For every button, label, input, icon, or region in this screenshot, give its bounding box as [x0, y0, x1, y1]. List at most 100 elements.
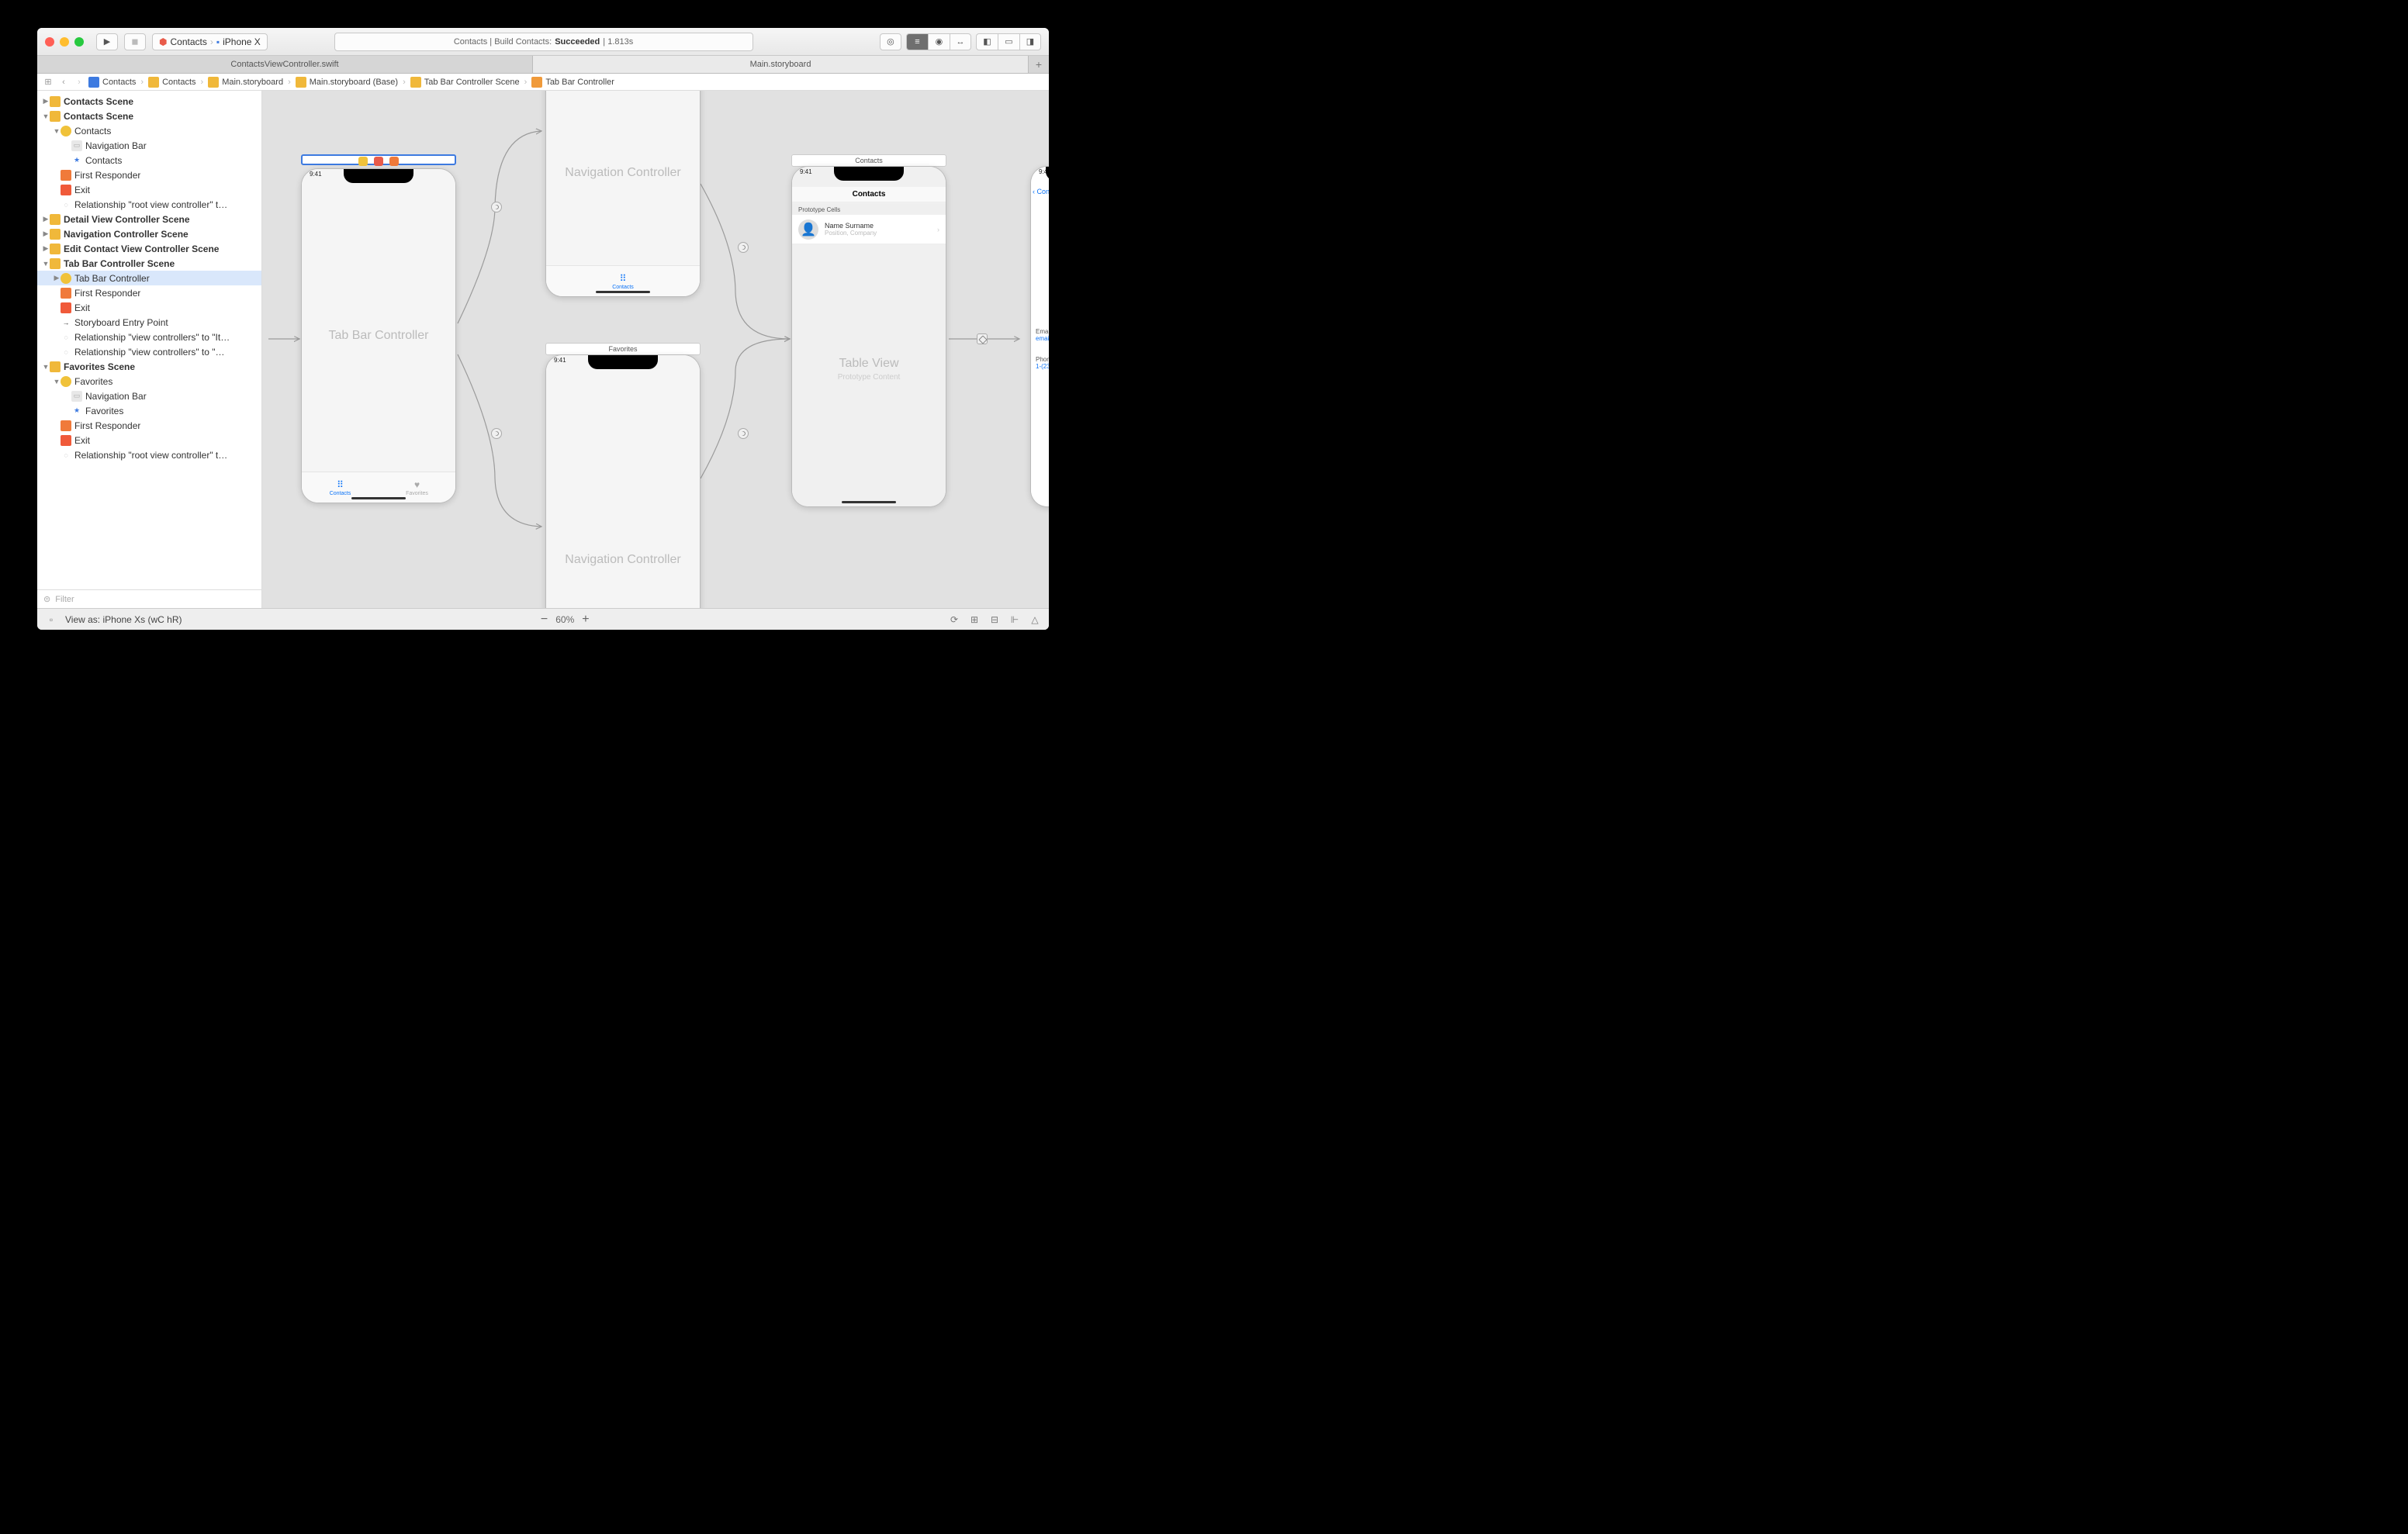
outline-row[interactable]: ▭Navigation Bar [37, 389, 261, 403]
outline-label: First Responder [74, 170, 140, 181]
xcode-window: ▶ ◼ ⬢ Contacts › ▪ iPhone X Contacts | B… [37, 28, 1049, 630]
jump-bar[interactable]: ⊞ ‹ › Contacts› Contacts› Main.storyboar… [37, 74, 1049, 91]
outline-row[interactable]: →Storyboard Entry Point [37, 315, 261, 330]
toggle-outline-button[interactable]: ▫ [45, 614, 57, 625]
run-button[interactable]: ▶ [96, 33, 118, 50]
rel-icon: ◌ [61, 199, 71, 210]
close-icon[interactable] [45, 37, 54, 47]
outline-row[interactable]: ▶Detail View Controller Scene [37, 212, 261, 226]
outline-row[interactable]: ▭Navigation Bar [37, 138, 261, 153]
related-items-icon[interactable]: ⊞ [42, 77, 54, 87]
outline-label: Exit [74, 435, 90, 446]
forward-button[interactable]: › [73, 78, 85, 87]
tab-contacts-vc-swift[interactable]: ContactsViewController.swift [37, 56, 533, 73]
outline-filter[interactable]: ⊜ Filter [37, 589, 261, 608]
outline-row[interactable]: ◌Relationship "view controllers" to "… [37, 344, 261, 359]
outline-tree[interactable]: ▶Contacts Scene▼Contacts Scene▼Contacts▭… [37, 91, 261, 589]
disclosure-arrow-icon[interactable]: ▶ [53, 274, 61, 282]
assistant-editor-button[interactable]: ◉ [928, 33, 950, 50]
disclosure-arrow-icon[interactable]: ▶ [42, 97, 50, 105]
jump-item-1[interactable]: Contacts [162, 78, 195, 87]
back-button[interactable]: ‹ [57, 78, 70, 87]
outline-row[interactable]: ★Contacts [37, 153, 261, 168]
jump-item-0[interactable]: Contacts [102, 78, 136, 87]
detail-viewcontroller-scene[interactable]: 9:41 ‹ Contacts Email email Phone 1-(234 [1030, 166, 1049, 507]
scheme-selector[interactable]: ⬢ Contacts › ▪ iPhone X [152, 33, 268, 50]
zoom-out-button[interactable]: − [541, 613, 548, 627]
toggle-inspector-button[interactable]: ◨ [1019, 33, 1041, 50]
disclosure-arrow-icon[interactable]: ▶ [42, 230, 50, 238]
outline-label: Navigation Controller Scene [64, 229, 189, 240]
jump-item-5[interactable]: Tab Bar Controller [545, 78, 614, 87]
disclosure-arrow-icon[interactable]: ▼ [42, 260, 50, 268]
version-editor-button[interactable]: ↔ [950, 33, 971, 50]
minimize-icon[interactable] [60, 37, 69, 47]
outline-label: Navigation Bar [85, 140, 147, 151]
outline-row[interactable]: ▼Tab Bar Controller Scene [37, 256, 261, 271]
outline-row[interactable]: ◌Relationship "view controllers" to "It… [37, 330, 261, 344]
stop-button[interactable]: ◼ [124, 33, 146, 50]
scene-icon [50, 214, 61, 225]
zoom-in-button[interactable]: + [582, 613, 589, 627]
favorites-scene-label[interactable]: Favorites [545, 343, 701, 355]
embed-in-button[interactable]: ⊞ [968, 614, 981, 625]
email-header: Email [1036, 328, 1049, 335]
navigation-controller-contacts[interactable]: Navigation Controller ⠿Contacts [545, 91, 701, 297]
library-button[interactable]: ◎ [880, 33, 901, 50]
disclosure-arrow-icon[interactable]: ▶ [42, 215, 50, 223]
outline-row[interactable]: ▶Edit Contact View Controller Scene [37, 241, 261, 256]
zoom-icon[interactable] [74, 37, 84, 47]
segue-badge-icon[interactable] [977, 333, 988, 344]
pin-button[interactable]: ⊩ [1009, 614, 1021, 625]
avatar-icon: 👤 [798, 219, 818, 240]
segue-badge-icon[interactable] [491, 202, 502, 212]
jump-item-4[interactable]: Tab Bar Controller Scene [424, 78, 520, 87]
outline-row[interactable]: Exit [37, 433, 261, 447]
outline-row[interactable]: ◌Relationship "root view controller" t… [37, 197, 261, 212]
outline-row[interactable]: ▶ Navigation Controller Scene [37, 226, 261, 241]
outline-row[interactable]: ◌Relationship "root view controller" t… [37, 447, 261, 462]
disclosure-arrow-icon[interactable]: ▼ [42, 363, 50, 371]
notch-icon [834, 167, 904, 181]
prototype-cell[interactable]: 👤 Name Surname Position, Company › [792, 215, 946, 244]
toggle-debug-button[interactable]: ▭ [998, 33, 1019, 50]
tab-main-storyboard[interactable]: Main.storyboard [533, 56, 1029, 73]
toggle-navigator-button[interactable]: ◧ [976, 33, 998, 50]
jump-item-2[interactable]: Main.storyboard [222, 78, 283, 87]
outline-label: First Responder [74, 420, 140, 431]
jump-item-3[interactable]: Main.storyboard (Base) [310, 78, 398, 87]
outline-row[interactable]: First Responder [37, 418, 261, 433]
segue-badge-icon[interactable] [738, 428, 749, 439]
segue-badge-icon[interactable] [491, 428, 502, 439]
storyboard-canvas[interactable]: 9:41 Tab Bar Controller ⠿Contacts ♥Favor… [262, 91, 1049, 608]
activity-prefix: Contacts | Build Contacts: [454, 37, 552, 47]
outline-row[interactable]: ▼Contacts Scene [37, 109, 261, 123]
outline-row[interactable]: ▼Contacts [37, 123, 261, 138]
align-button[interactable]: ⊟ [988, 614, 1001, 625]
outline-row[interactable]: First Responder [37, 285, 261, 300]
tabbar-scene-label[interactable] [301, 154, 456, 165]
outline-row[interactable]: Exit [37, 182, 261, 197]
segue-badge-icon[interactable] [738, 242, 749, 253]
contacts-scene-label[interactable]: Contacts [791, 154, 946, 167]
standard-editor-button[interactable]: ≡ [906, 33, 928, 50]
disclosure-arrow-icon[interactable]: ▼ [42, 112, 50, 120]
disclosure-arrow-icon[interactable]: ▼ [53, 378, 61, 385]
tabbar-controller-scene[interactable]: 9:41 Tab Bar Controller ⠿Contacts ♥Favor… [301, 168, 456, 503]
resolve-button[interactable]: △ [1029, 614, 1041, 625]
contacts-viewcontroller-scene[interactable]: 9:41 Contacts Prototype Cells 👤 Name Sur… [791, 166, 946, 507]
update-frames-button[interactable]: ⟳ [948, 614, 960, 625]
fr-icon [61, 288, 71, 299]
view-as-label[interactable]: View as: iPhone Xs (wC hR) [65, 614, 182, 625]
add-tab-button[interactable]: + [1029, 56, 1049, 73]
disclosure-arrow-icon[interactable]: ▼ [53, 127, 61, 135]
outline-row[interactable]: ▶Contacts Scene [37, 94, 261, 109]
outline-row[interactable]: ▼Favorites [37, 374, 261, 389]
outline-row[interactable]: ▼Favorites Scene [37, 359, 261, 374]
outline-row[interactable]: Exit [37, 300, 261, 315]
outline-row[interactable]: First Responder [37, 168, 261, 182]
outline-row[interactable]: ★Favorites [37, 403, 261, 418]
disclosure-arrow-icon[interactable]: ▶ [42, 244, 50, 253]
navigation-controller-favorites[interactable]: 9:41 Navigation Controller [545, 354, 701, 608]
outline-row[interactable]: ▶Tab Bar Controller [37, 271, 261, 285]
